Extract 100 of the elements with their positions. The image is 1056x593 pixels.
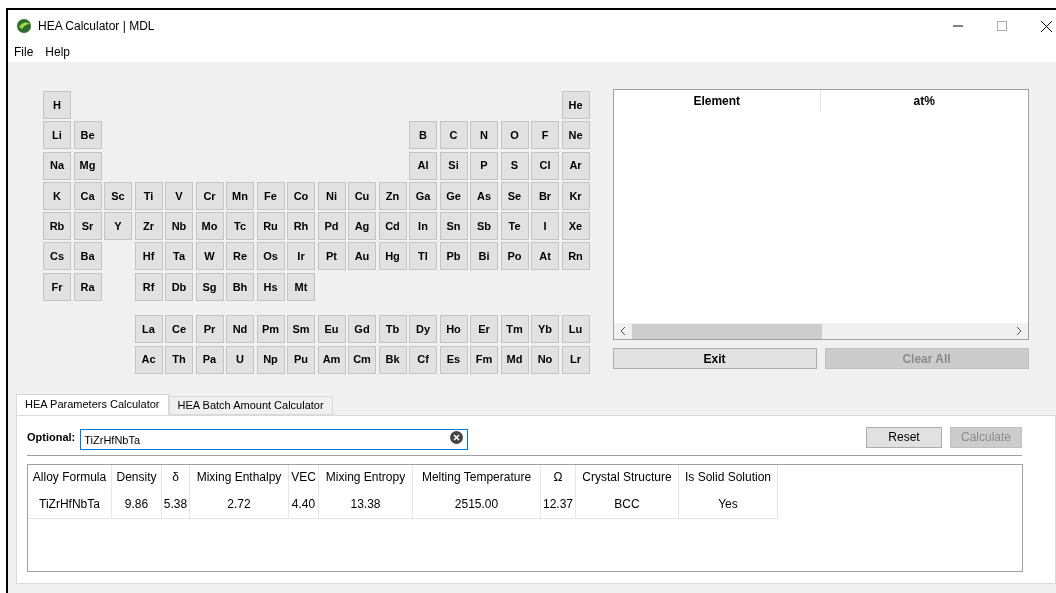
symbol-key[interactable]: Rb <box>43 212 71 241</box>
exit-button[interactable]: Exit <box>612 348 817 369</box>
menu-item[interactable]: Help <box>45 43 71 61</box>
symbol-key[interactable]: Tc <box>226 212 254 241</box>
symbol-key[interactable]: As <box>470 181 498 210</box>
symbol-key[interactable]: Ta <box>165 242 193 271</box>
symbol-key[interactable]: H <box>43 91 71 119</box>
symbol-key[interactable]: Lr <box>561 345 590 374</box>
symbol-key[interactable]: Sc <box>104 181 132 210</box>
symbol-key[interactable]: Db <box>165 272 193 301</box>
column-header[interactable]: Alloy Formula <box>28 464 112 490</box>
symbol-key[interactable]: Bk <box>378 345 407 374</box>
symbol-key[interactable]: Te <box>500 212 529 241</box>
clear-icon[interactable] <box>450 430 464 444</box>
symbol-key[interactable]: Zr <box>134 212 163 241</box>
column-header[interactable]: Mixing Enthalpy <box>190 464 289 490</box>
symbol-key[interactable]: Bi <box>470 242 498 271</box>
formula-input[interactable]: TiZrHfNbTa <box>80 429 469 451</box>
symbol-key[interactable]: Cm <box>348 345 376 374</box>
symbol-key[interactable]: Cd <box>378 212 407 241</box>
symbol-key[interactable]: Cl <box>531 151 559 180</box>
column-header[interactable]: Mixing Entropy <box>319 464 413 490</box>
symbol-key[interactable]: Ge <box>439 181 468 210</box>
symbol-key[interactable]: Si <box>439 151 468 180</box>
symbol-key[interactable]: Re <box>226 242 254 271</box>
symbol-key[interactable]: Ne <box>561 121 590 150</box>
symbol-key[interactable]: Nb <box>165 212 193 241</box>
column-header[interactable]: Is Solid Solution <box>679 464 778 490</box>
symbol-key[interactable]: Pm <box>256 315 285 344</box>
symbol-key[interactable]: Cu <box>348 181 376 210</box>
symbol-key[interactable]: Er <box>470 315 498 344</box>
symbol-key[interactable]: O <box>500 121 529 150</box>
symbol-key[interactable]: B <box>409 121 437 150</box>
column-header[interactable]: Element <box>613 90 821 112</box>
symbol-key[interactable]: Hf <box>134 242 163 271</box>
horizontal-scrollbar[interactable] <box>613 323 1028 339</box>
symbol-key[interactable]: Fm <box>470 345 498 374</box>
symbol-key[interactable]: Li <box>43 121 71 150</box>
symbol-key[interactable]: Ni <box>317 181 346 210</box>
symbol-key[interactable]: Sn <box>439 212 468 241</box>
symbol-key[interactable]: Ga <box>409 181 437 210</box>
symbol-key[interactable]: Xe <box>561 212 590 241</box>
symbol-key[interactable]: U <box>226 345 254 374</box>
symbol-key[interactable]: Os <box>256 242 285 271</box>
symbol-key[interactable]: I <box>531 212 559 241</box>
symbol-key[interactable]: Tb <box>378 315 407 344</box>
symbol-key[interactable]: V <box>165 181 193 210</box>
tab[interactable]: HEA Parameters Calculator <box>16 393 169 415</box>
symbol-key[interactable]: K <box>43 181 71 210</box>
scroll-right-icon[interactable] <box>1015 327 1022 335</box>
symbol-key[interactable]: Hs <box>256 272 285 301</box>
tab[interactable]: HEA Batch Amount Calculator <box>168 395 333 415</box>
symbol-key[interactable]: S <box>500 151 529 180</box>
symbol-key[interactable]: Pu <box>287 345 315 374</box>
symbol-key[interactable]: N <box>470 121 498 150</box>
symbol-key[interactable]: Md <box>500 345 529 374</box>
column-header[interactable]: VEC <box>289 464 319 490</box>
column-header[interactable]: at% <box>821 90 1028 112</box>
symbol-key[interactable]: Cf <box>409 345 437 374</box>
symbol-key[interactable]: Al <box>409 151 437 180</box>
symbol-key[interactable]: He <box>561 91 590 119</box>
symbol-key[interactable]: Mn <box>226 181 254 210</box>
symbol-key[interactable]: Ca <box>73 181 102 210</box>
symbol-key[interactable]: Rf <box>134 272 163 301</box>
symbol-key[interactable]: Ce <box>165 315 193 344</box>
symbol-key[interactable]: At <box>531 242 559 271</box>
symbol-key[interactable]: Ir <box>287 242 315 271</box>
symbol-key[interactable]: Ar <box>561 151 590 180</box>
reset-button[interactable]: Reset <box>866 426 942 448</box>
symbol-key[interactable]: W <box>195 242 224 271</box>
column-header[interactable]: Crystal Structure <box>576 464 679 490</box>
symbol-key[interactable]: Am <box>317 345 346 374</box>
symbol-key[interactable]: In <box>409 212 437 241</box>
symbol-key[interactable]: Nd <box>226 315 254 344</box>
symbol-key[interactable]: Y <box>104 212 132 241</box>
symbol-key[interactable]: Sg <box>195 272 224 301</box>
symbol-key[interactable]: Bh <box>226 272 254 301</box>
symbol-key[interactable]: Pa <box>195 345 224 374</box>
symbol-key[interactable]: Tm <box>500 315 529 344</box>
symbol-key[interactable]: Ba <box>73 242 102 271</box>
symbol-key[interactable]: Rh <box>287 212 315 241</box>
symbol-key[interactable]: Cs <box>43 242 71 271</box>
symbol-key[interactable]: Fr <box>43 272 71 301</box>
column-header[interactable]: Ω <box>541 464 576 490</box>
symbol-key[interactable]: Mg <box>73 151 102 180</box>
symbol-key[interactable]: Pr <box>195 315 224 344</box>
symbol-key[interactable]: No <box>531 345 559 374</box>
symbol-key[interactable]: Yb <box>531 315 559 344</box>
symbol-key[interactable]: Ho <box>439 315 468 344</box>
symbol-key[interactable]: Sr <box>73 212 102 241</box>
symbol-key[interactable]: Co <box>287 181 315 210</box>
symbol-key[interactable]: Kr <box>561 181 590 210</box>
scroll-left-icon[interactable] <box>619 327 626 335</box>
symbol-key[interactable]: Ru <box>256 212 285 241</box>
symbol-key[interactable]: C <box>439 121 468 150</box>
symbol-key[interactable]: Mo <box>195 212 224 241</box>
symbol-key[interactable]: Tl <box>409 242 437 271</box>
symbol-key[interactable]: Fe <box>256 181 285 210</box>
close-icon[interactable] <box>1041 20 1052 32</box>
symbol-key[interactable]: Se <box>500 181 529 210</box>
